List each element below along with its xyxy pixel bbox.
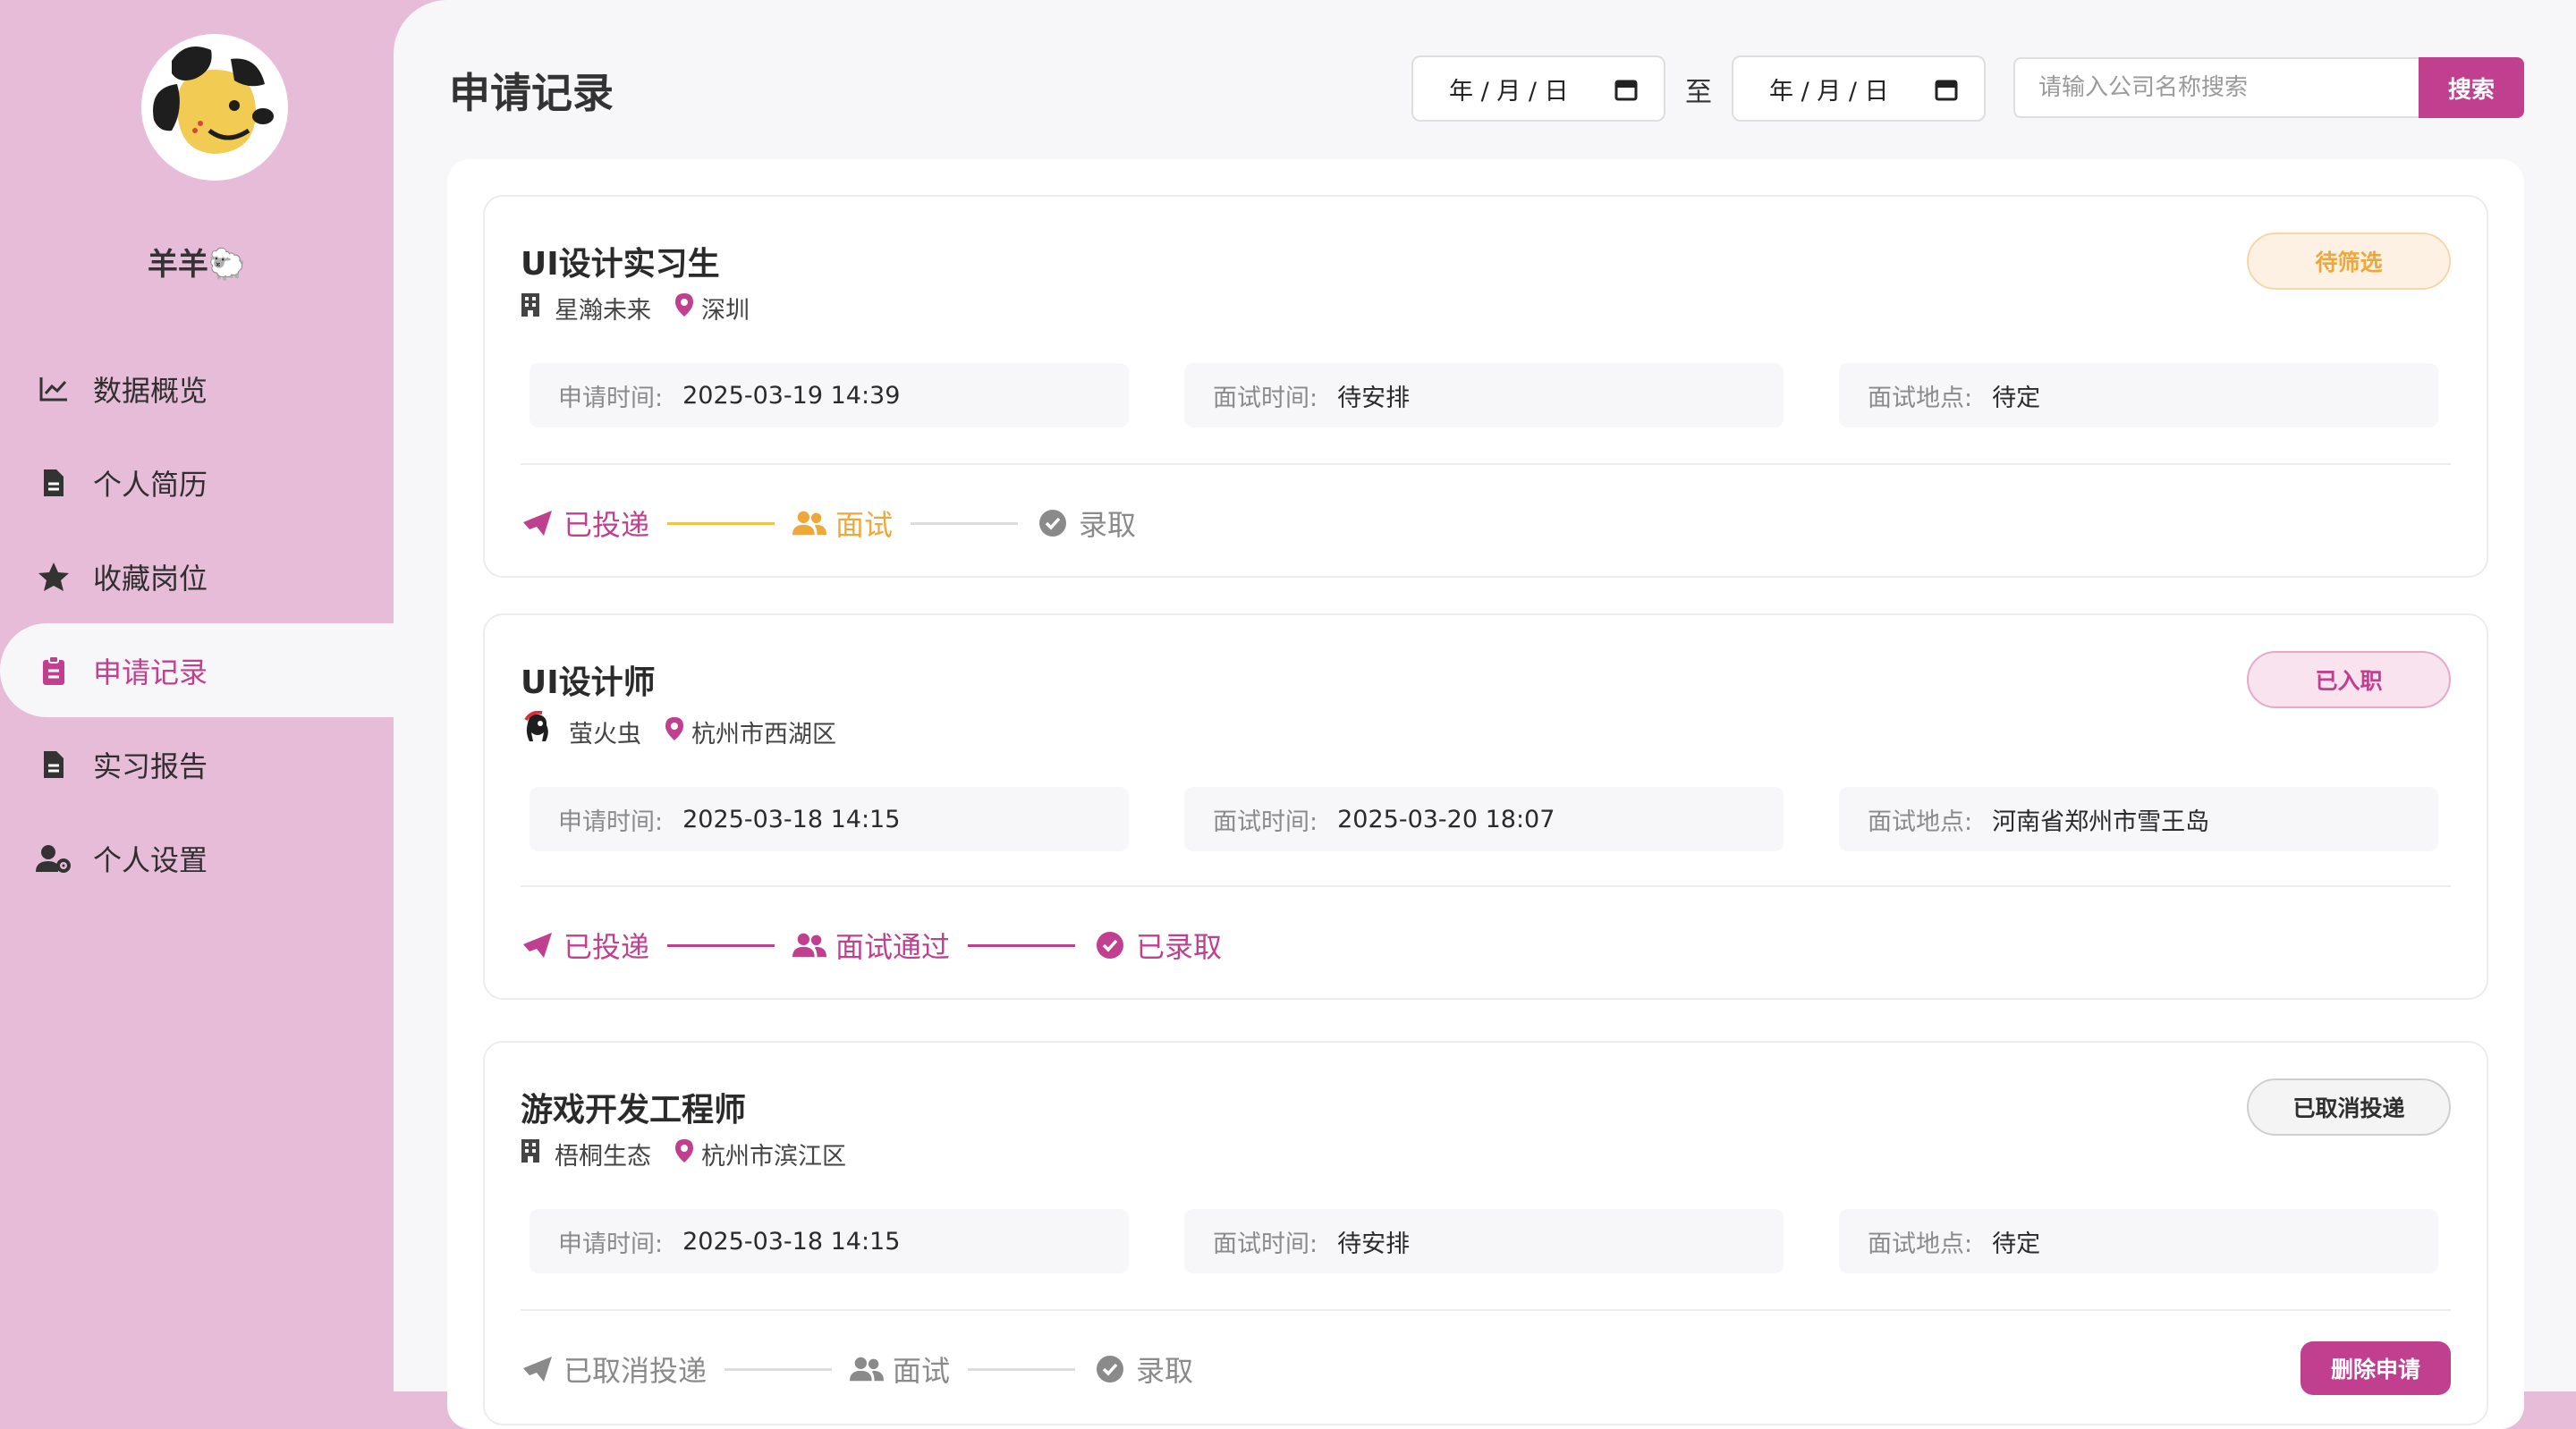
application-card: UI设计师 萤火虫 杭州市西湖区 已入职 申请时间: 2025-03-18 14:… — [483, 613, 2488, 1000]
users-icon — [792, 928, 827, 962]
paper-plane-icon — [521, 1352, 555, 1386]
job-meta: 萤火虫 杭州市西湖区 — [521, 710, 836, 749]
application-card: UI设计实习生 星瀚未来 深圳 待筛选 申请时间: 2025-03-19 14:3… — [483, 195, 2488, 578]
sidebar-item-report[interactable]: 实习报告 — [0, 717, 394, 811]
sidebar-item-label: 实习报告 — [93, 748, 208, 783]
application-info-row: 申请时间: 2025-03-18 14:15 面试时间: 2025-03-20 18… — [530, 787, 2438, 851]
application-progress: 已取消投递 面试 录取 — [521, 1347, 1193, 1391]
progress-line — [667, 943, 775, 947]
job-title[interactable]: UI设计师 — [521, 656, 656, 703]
step-cancelled: 已取消投递 — [521, 1349, 707, 1390]
divider — [521, 463, 2451, 465]
paper-plane-icon — [521, 928, 555, 962]
status-badge: 待筛选 — [2247, 233, 2451, 290]
company-logo — [521, 710, 555, 753]
step-submitted: 已投递 — [521, 925, 649, 966]
interview-time: 面试时间: 待安排 — [1184, 363, 1784, 427]
interview-time: 面试时间: 2025-03-20 18:07 — [1184, 787, 1784, 851]
location-icon — [674, 292, 694, 324]
calendar-icon[interactable] — [1934, 77, 1959, 108]
job-title[interactable]: 游戏开发工程师 — [521, 1084, 746, 1130]
company-name: 梧桐生态 — [555, 1142, 651, 1171]
clipboard-icon — [36, 653, 72, 689]
job-meta: 梧桐生态 杭州市滨江区 — [521, 1136, 846, 1171]
progress-line — [911, 521, 1019, 525]
application-info-row: 申请时间: 2025-03-18 14:15 面试时间: 待安排 面试地点: 待定 — [530, 1209, 2438, 1273]
chart-line-icon — [36, 371, 72, 407]
sidebar: 羊羊🐑 数据概览 个人简历 收藏岗位 申请记录 实习报告 个人设置 — [0, 0, 394, 1391]
check-circle-icon — [1036, 506, 1070, 540]
company-name: 萤火虫 — [569, 720, 641, 748]
divider — [521, 885, 2451, 887]
building-icon — [521, 1138, 540, 1170]
check-circle-icon — [1093, 928, 1127, 962]
apply-time: 申请时间: 2025-03-19 14:39 — [530, 363, 1129, 427]
interview-location: 面试地点: 待定 — [1839, 1209, 2438, 1273]
application-progress: 已投递 面试通过 已录取 — [521, 923, 1222, 968]
status-badge: 已入职 — [2247, 651, 2451, 708]
interview-location: 面试地点: 河南省郑州市雪王岛 — [1839, 787, 2438, 851]
interview-time: 面试时间: 待安排 — [1184, 1209, 1784, 1273]
file-icon — [36, 747, 72, 782]
job-city: 杭州市西湖区 — [691, 720, 836, 748]
sidebar-nav: 数据概览 个人简历 收藏岗位 申请记录 实习报告 个人设置 — [0, 342, 394, 905]
calendar-icon[interactable] — [1614, 77, 1639, 108]
avatar[interactable] — [141, 34, 288, 181]
progress-line — [968, 1367, 1076, 1371]
sidebar-item-label: 收藏岗位 — [93, 561, 208, 596]
application-card: 游戏开发工程师 梧桐生态 杭州市滨江区 已取消投递 申请时间: 2025-03-1… — [483, 1041, 2488, 1425]
step-interview: 面试 — [792, 503, 893, 544]
star-icon — [36, 559, 72, 595]
date-to-input[interactable]: 年 / 月 / 日 — [1732, 55, 1986, 122]
interview-location: 面试地点: 待定 — [1839, 363, 2438, 427]
search-input[interactable] — [2013, 57, 2419, 118]
main-content: 申请记录 年 / 月 / 日 至 年 / 月 / 日 搜索 UI设计实习生 星瀚… — [394, 0, 2576, 1429]
location-icon — [674, 1138, 694, 1170]
sidebar-item-applications[interactable]: 申请记录 — [0, 623, 394, 717]
sidebar-item-resume[interactable]: 个人简历 — [0, 435, 394, 529]
building-icon — [521, 292, 540, 324]
page-title: 申请记录 — [449, 69, 614, 117]
application-info-row: 申请时间: 2025-03-19 14:39 面试时间: 待安排 面试地点: 待定 — [530, 363, 2438, 427]
progress-line — [667, 521, 775, 525]
date-range-separator: 至 — [1685, 77, 1712, 108]
sidebar-item-label: 个人设置 — [93, 842, 208, 877]
divider — [521, 1309, 2451, 1311]
location-icon — [665, 716, 684, 748]
status-badge: 已取消投递 — [2247, 1078, 2451, 1136]
apply-time: 申请时间: 2025-03-18 14:15 — [530, 787, 1129, 851]
search-button[interactable]: 搜索 — [2419, 57, 2524, 118]
sidebar-item-label: 数据概览 — [93, 373, 208, 408]
sidebar-item-favorites[interactable]: 收藏岗位 — [0, 529, 394, 623]
applications-panel: UI设计实习生 星瀚未来 深圳 待筛选 申请时间: 2025-03-19 14:3… — [447, 159, 2524, 1429]
sidebar-item-label: 申请记录 — [93, 655, 208, 689]
apply-time: 申请时间: 2025-03-18 14:15 — [530, 1209, 1129, 1273]
delete-application-button[interactable]: 删除申请 — [2301, 1341, 2451, 1395]
job-meta: 星瀚未来 深圳 — [521, 290, 750, 326]
paper-plane-icon — [521, 506, 555, 540]
file-icon — [36, 465, 72, 501]
date-from-input[interactable]: 年 / 月 / 日 — [1411, 55, 1665, 122]
job-city: 杭州市滨江区 — [701, 1142, 846, 1171]
username: 羊羊🐑 — [147, 247, 247, 283]
step-offer: 录取 — [1093, 1349, 1193, 1390]
progress-line — [968, 943, 1076, 947]
progress-line — [724, 1367, 833, 1371]
step-interview: 面试 — [850, 1349, 950, 1390]
application-progress: 已投递 面试 录取 — [521, 501, 1136, 545]
company-name: 星瀚未来 — [555, 296, 651, 325]
job-title[interactable]: UI设计实习生 — [521, 238, 720, 284]
users-icon — [792, 506, 827, 540]
sidebar-item-overview[interactable]: 数据概览 — [0, 342, 394, 435]
step-interview: 面试通过 — [792, 925, 950, 966]
users-icon — [850, 1352, 885, 1386]
sidebar-item-settings[interactable]: 个人设置 — [0, 811, 394, 905]
user-gear-icon — [36, 841, 72, 876]
step-offer: 已录取 — [1093, 925, 1222, 966]
step-submitted: 已投递 — [521, 503, 649, 544]
job-city: 深圳 — [701, 296, 750, 325]
sidebar-item-label: 个人简历 — [93, 467, 208, 502]
check-circle-icon — [1093, 1352, 1127, 1386]
step-offer: 录取 — [1036, 503, 1136, 544]
